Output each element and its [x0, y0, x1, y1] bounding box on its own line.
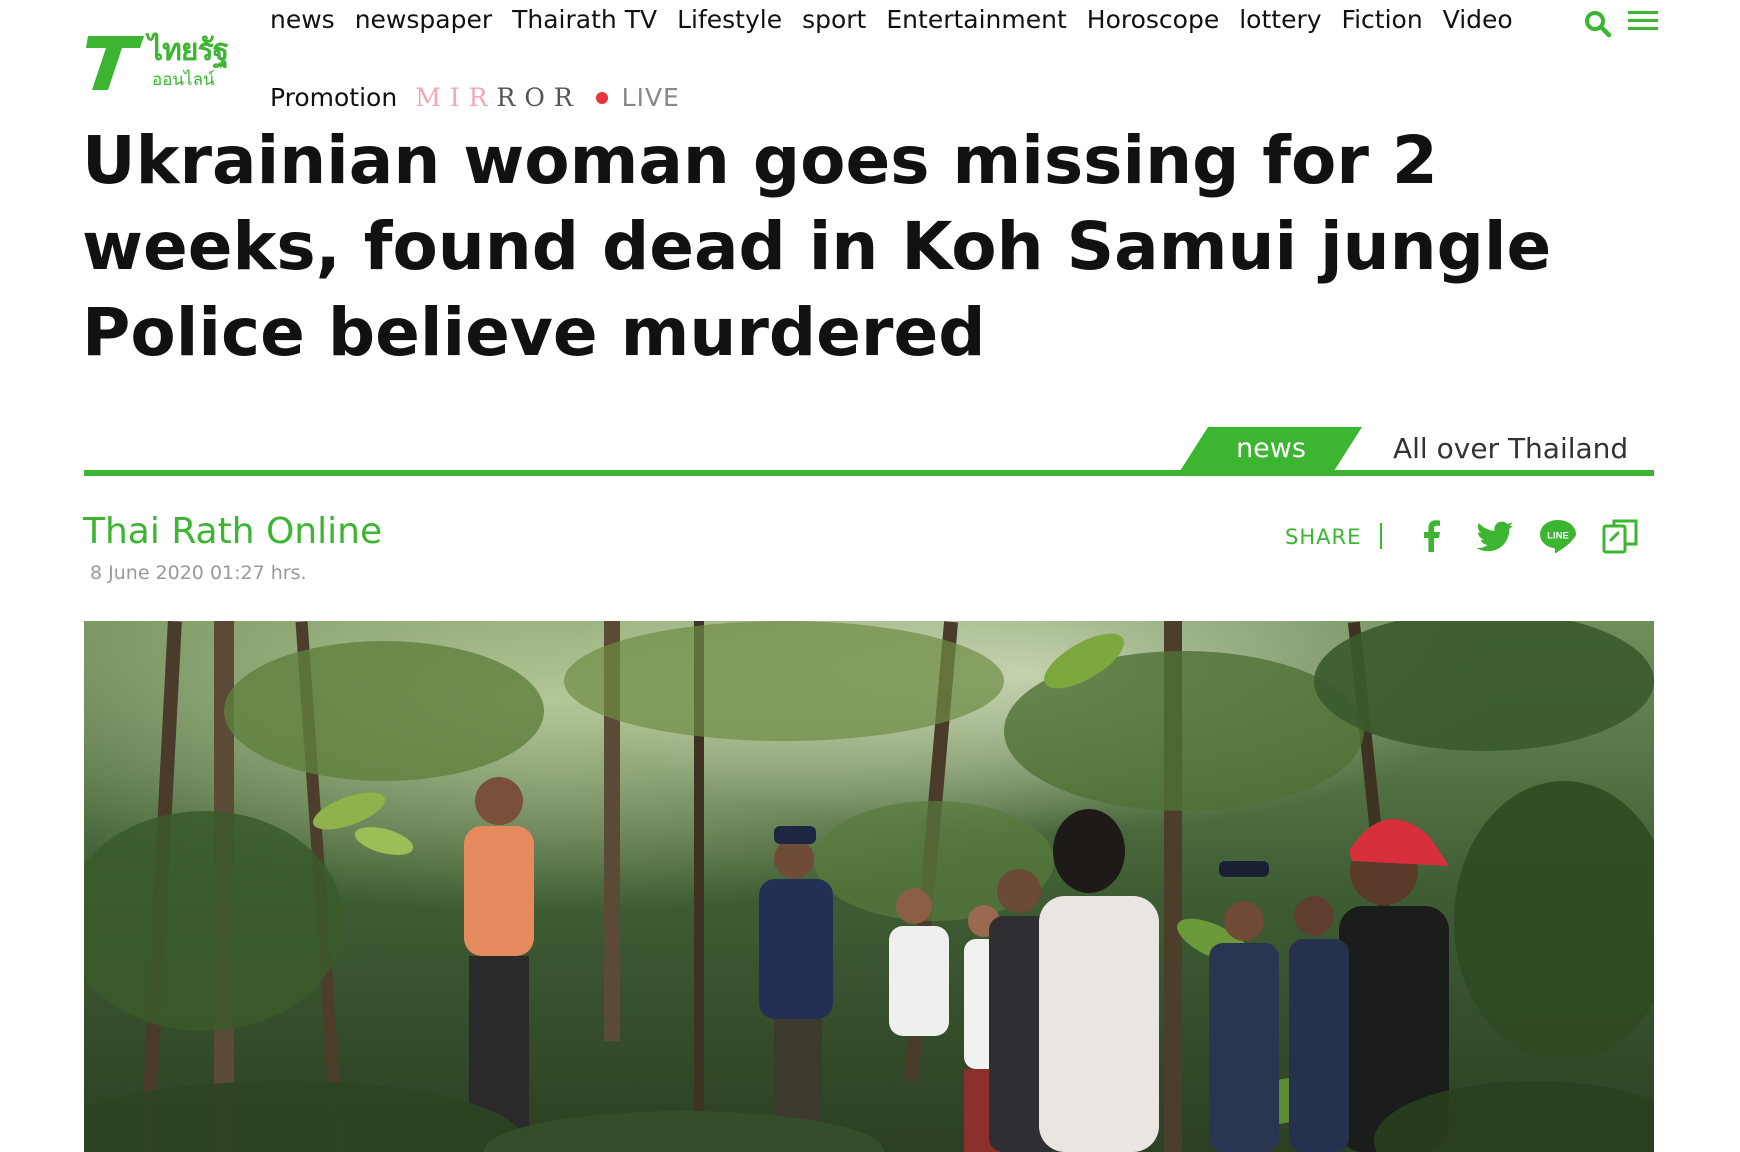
- site-logo[interactable]: ไทยรัฐ ออนไลน์: [82, 32, 242, 94]
- primary-nav: news newspaper Thairath TV Lifestyle spo…: [270, 0, 1533, 40]
- subcategory-link[interactable]: All over Thailand: [1393, 427, 1628, 471]
- publish-date: 8 June 2020 01:27 hrs.: [90, 562, 307, 584]
- search-button[interactable]: [1584, 10, 1612, 38]
- nav-item-thairath-tv[interactable]: Thairath TV: [512, 0, 657, 40]
- facebook-icon: [1424, 520, 1440, 552]
- logo-online-text: ออนไลน์: [152, 70, 215, 90]
- thairath-t-logo-icon: [86, 36, 144, 90]
- nav-item-fiction[interactable]: Fiction: [1342, 0, 1423, 40]
- share-twitter-button[interactable]: [1475, 516, 1515, 556]
- twitter-icon: [1476, 521, 1514, 552]
- search-icon: [1585, 11, 1612, 38]
- logo-thai-text: ไทยรัฐ: [148, 33, 229, 68]
- mirror-logo-pink: MIR: [415, 83, 497, 112]
- category-tag[interactable]: news: [1180, 427, 1362, 471]
- menu-icon: [1628, 11, 1658, 30]
- copy-link-icon: [1602, 519, 1638, 554]
- live-dot-icon: [595, 92, 608, 104]
- copy-link-button[interactable]: [1601, 516, 1641, 556]
- nav-item-news[interactable]: news: [270, 0, 335, 40]
- nav-item-video[interactable]: Video: [1443, 0, 1513, 40]
- hero-photo: [84, 621, 1654, 1152]
- nav-item-lifestyle[interactable]: Lifestyle: [677, 0, 782, 40]
- nav-item-sport[interactable]: sport: [802, 0, 866, 40]
- article-hero-image: [84, 621, 1654, 1152]
- line-icon: LINE: [1540, 520, 1576, 554]
- share-line-button[interactable]: LINE: [1538, 516, 1578, 556]
- article-headline: Ukrainian woman goes missing for 2 weeks…: [82, 122, 1552, 371]
- menu-button[interactable]: [1628, 8, 1658, 34]
- share-facebook-button[interactable]: [1412, 516, 1452, 556]
- mirror-logo-grey: ROR: [496, 83, 582, 112]
- share-separator: [1380, 520, 1383, 552]
- nav-item-lottery[interactable]: lottery: [1239, 0, 1321, 40]
- nav-item-entertainment[interactable]: Entertainment: [886, 0, 1066, 40]
- nav-item-newspaper[interactable]: newspaper: [355, 0, 492, 40]
- secondary-nav: Promotion MIRROR LIVE: [270, 78, 680, 118]
- nav-item-horoscope[interactable]: Horoscope: [1087, 0, 1219, 40]
- nav-item-promotion[interactable]: Promotion: [270, 78, 397, 118]
- nav-item-live[interactable]: LIVE: [595, 78, 680, 118]
- share-label: SHARE: [1285, 525, 1362, 549]
- nav-item-mirror[interactable]: MIRROR: [415, 78, 581, 118]
- line-icon-text: LINE: [1547, 531, 1569, 542]
- live-label: LIVE: [621, 83, 680, 112]
- author-name[interactable]: Thai Rath Online: [83, 510, 382, 554]
